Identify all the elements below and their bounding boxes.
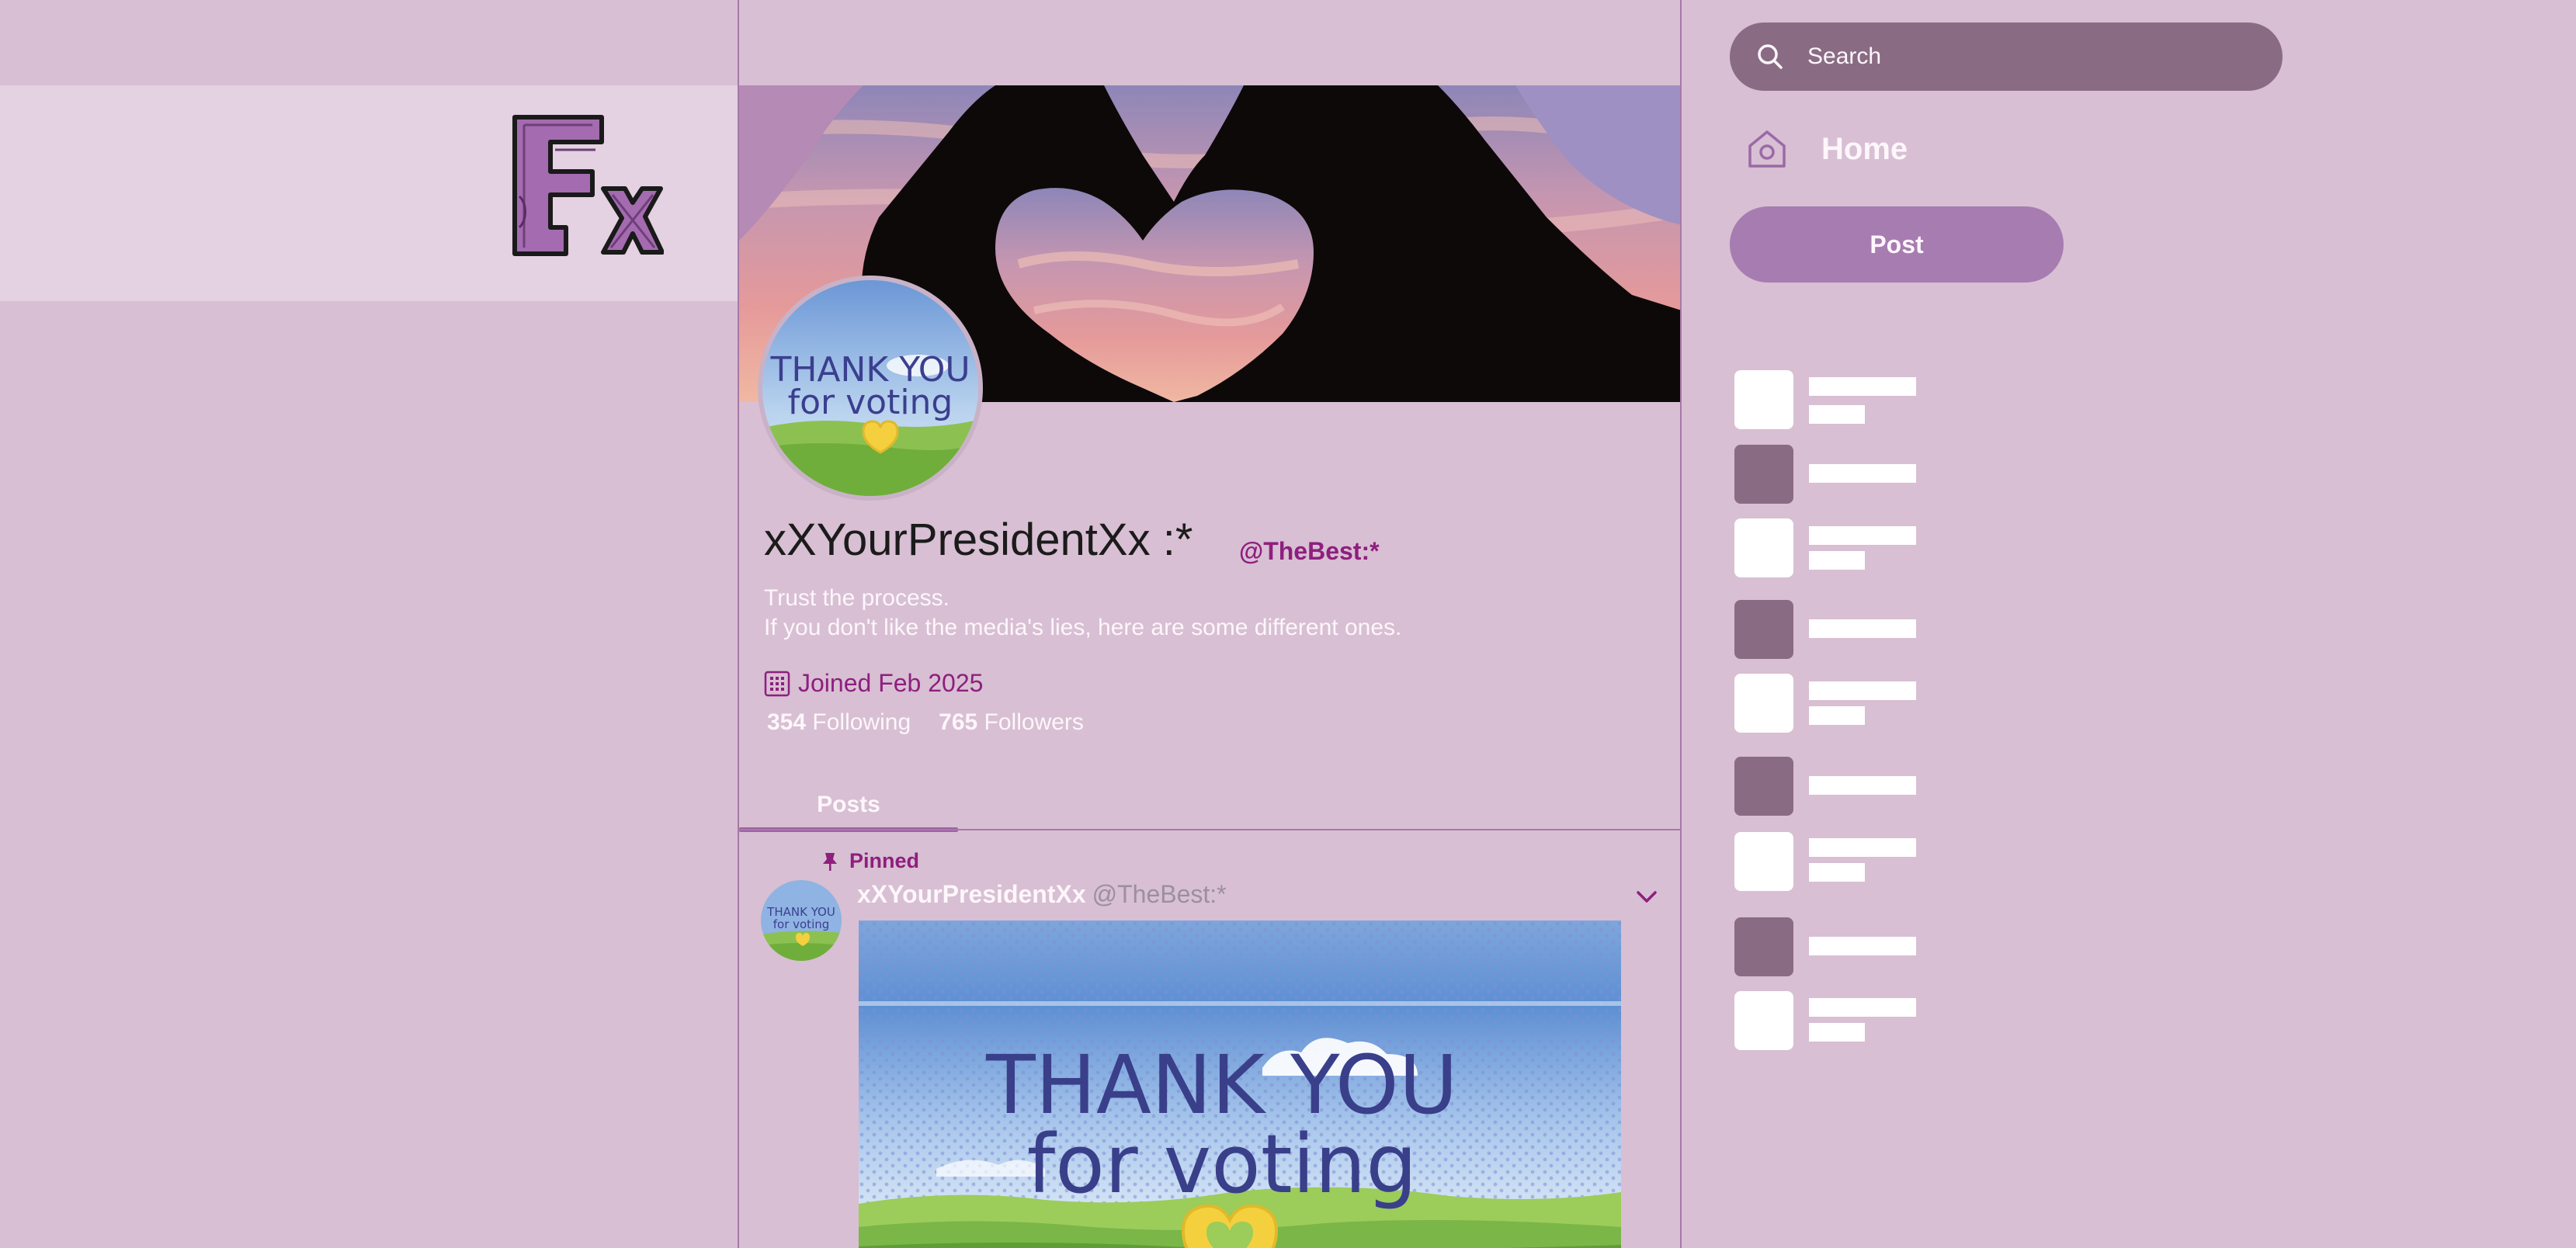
skeleton-avatar xyxy=(1734,370,1793,429)
profile-avatar[interactable]: THANK YOU for voting xyxy=(758,276,983,501)
bio-line-2: If you don't like the media's lies, here… xyxy=(764,615,1402,640)
pin-icon xyxy=(823,852,837,871)
skeleton-line xyxy=(1809,526,1916,545)
post-author-handle: @TheBest:* xyxy=(1092,880,1227,908)
following-count: 354 xyxy=(767,709,807,735)
search-input[interactable] xyxy=(1807,36,2242,77)
followers-label: Followers xyxy=(984,709,1084,735)
right-sidebar: Home Post xyxy=(1682,0,2576,1248)
search-bar[interactable] xyxy=(1730,23,2283,91)
post-button[interactable]: Post xyxy=(1730,206,2064,283)
post-button-label: Post xyxy=(1870,230,1924,258)
followers-count: 765 xyxy=(939,709,978,735)
tab-posts-label: Posts xyxy=(817,792,880,817)
following-label: Following xyxy=(812,709,911,735)
post-author-avatar[interactable]: THANK YOU for voting xyxy=(761,880,842,961)
skeleton-line xyxy=(1809,619,1916,638)
skeleton-line xyxy=(1809,863,1865,882)
follow-stats: 354 Following 765 Followers xyxy=(767,709,1084,736)
joined-date-row: Joined Feb 2025 xyxy=(764,669,983,698)
followers-link[interactable]: 765 Followers xyxy=(939,709,1084,735)
nav-home[interactable]: Home xyxy=(1745,127,1908,171)
profile-handle: @TheBest:* xyxy=(1239,537,1380,565)
post-author-name: xXYourPresidentXx xyxy=(857,880,1086,908)
skeleton-line xyxy=(1809,838,1916,857)
pinned-label: Pinned xyxy=(849,849,920,872)
home-icon xyxy=(1748,130,1786,168)
skeleton-line xyxy=(1809,464,1916,483)
skeleton-line xyxy=(1809,405,1865,424)
skeleton-line xyxy=(1809,551,1865,570)
left-column xyxy=(0,0,738,1248)
skeleton-line xyxy=(1809,706,1865,725)
nav-home-label: Home xyxy=(1821,131,1908,166)
skeleton-line xyxy=(1809,377,1916,396)
post-avatar-text-line2: for voting xyxy=(773,917,830,931)
skeleton-line xyxy=(1809,1023,1865,1042)
skeleton-avatar xyxy=(1734,518,1793,577)
bio-line-1: Trust the process. xyxy=(764,585,950,611)
skeleton-avatar xyxy=(1734,991,1793,1050)
ex-logo[interactable] xyxy=(509,111,664,262)
profile-bio: Trust the process. If you don't like the… xyxy=(764,584,1401,643)
skeleton-avatar xyxy=(1734,832,1793,891)
joined-date: Joined Feb 2025 xyxy=(798,669,984,697)
chevron-down-icon[interactable] xyxy=(1633,885,1660,908)
skeleton-avatar xyxy=(1734,674,1793,733)
following-link[interactable]: 354 Following xyxy=(767,709,911,735)
avatar-text-line2: for voting xyxy=(788,383,953,422)
skeleton-avatar xyxy=(1734,757,1793,816)
skeleton-line xyxy=(1809,776,1916,795)
calendar-icon xyxy=(764,671,790,696)
profile-display-name: xXYourPresidentXx :* xyxy=(764,515,1193,565)
pinned-indicator: Pinned xyxy=(821,849,919,873)
skeleton-line xyxy=(1809,937,1916,955)
post-author[interactable]: xXYourPresidentXx @TheBest:* xyxy=(857,880,1227,909)
skeleton-avatar xyxy=(1734,445,1793,504)
tab-posts[interactable]: Posts xyxy=(739,792,958,832)
skeleton-line xyxy=(1809,998,1916,1017)
post-image-text-line2: for voting xyxy=(1027,1117,1418,1212)
skeleton-avatar xyxy=(1734,917,1793,976)
search-icon xyxy=(1758,44,1783,69)
post-image[interactable]: THANK YOU for voting xyxy=(859,920,1621,1248)
tabs-divider xyxy=(739,829,1680,830)
skeleton-avatar xyxy=(1734,600,1793,659)
skeleton-line xyxy=(1809,681,1916,700)
profile-column: THANK YOU for voting xXYourPresidentXx :… xyxy=(738,0,1682,1248)
